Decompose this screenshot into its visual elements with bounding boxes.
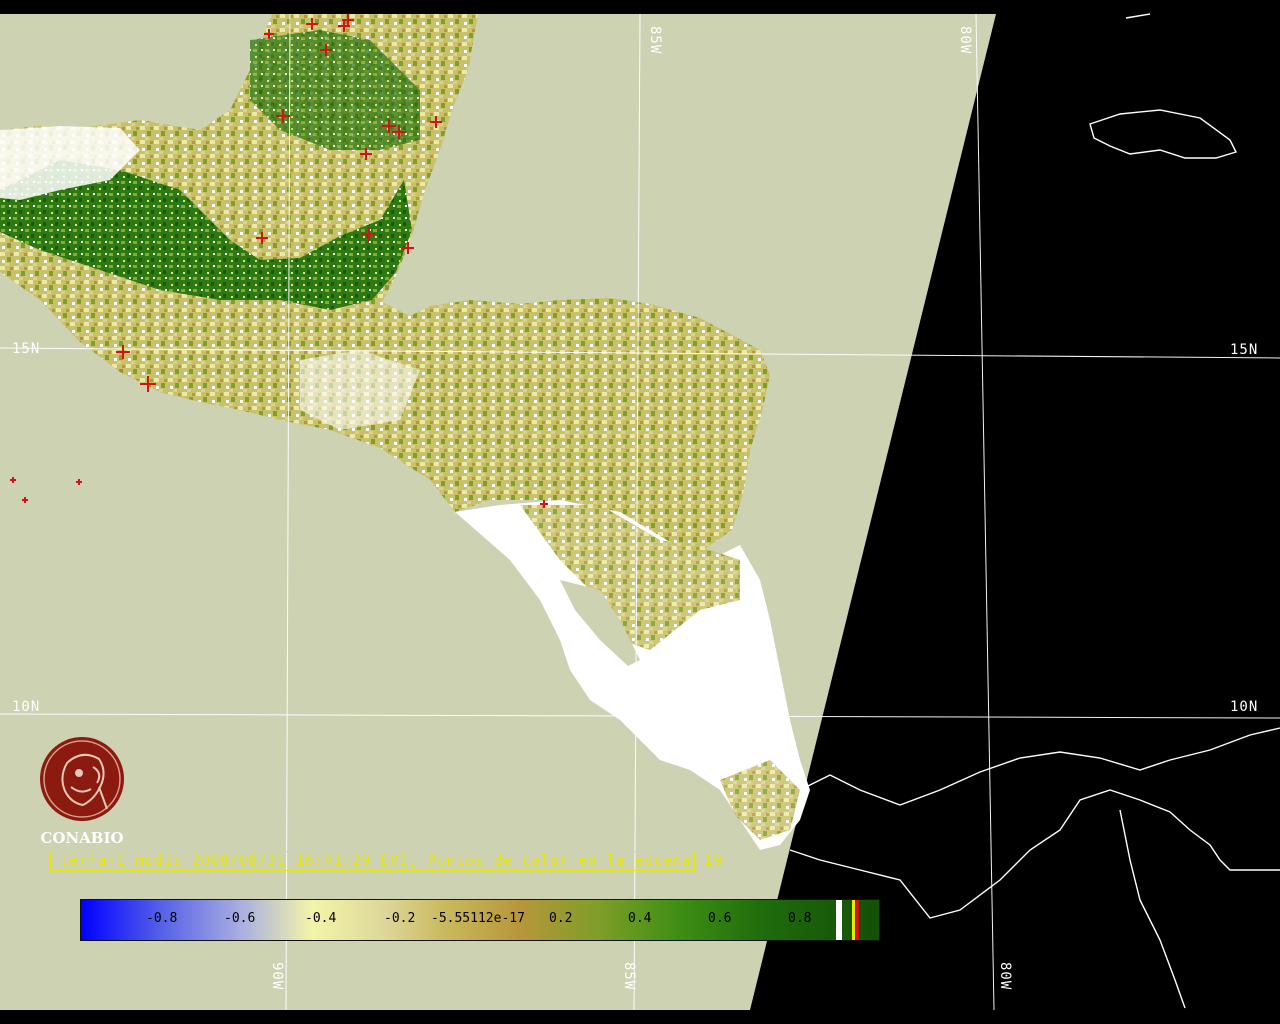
bottom-border (0, 1010, 1280, 1024)
lon-label-85w-bottom: 85W (621, 962, 637, 991)
lon-label-85w-top: 85W (647, 26, 663, 55)
colorbar-tick: -0.6 (224, 911, 256, 926)
colorbar-tick: 0.2 (549, 911, 573, 926)
colorbar-tick: 0.4 (628, 911, 652, 926)
top-border (0, 0, 1280, 14)
lat-label-15n-right: 15N (1230, 342, 1259, 358)
satellite-map-view: 15N 15N 10N 10N 85W 80W 90W 85W 80W CONA… (0, 0, 1280, 1024)
caption-text: terra-1 modis 2008/08/31 16:41:29 EVI, P… (60, 853, 692, 869)
lat-label-15n-left: 15N (12, 341, 41, 357)
colorbar-tick: -0.4 (305, 911, 337, 926)
conabio-logo: CONABIO (36, 737, 128, 847)
lon-label-80w-top: 80W (957, 26, 973, 55)
lat-label-10n-left: 10N (12, 699, 41, 715)
colorbar-tick: 0.6 (708, 911, 732, 926)
lat-label-10n-right: 10N (1230, 699, 1259, 715)
colorbar-tick: -0.2 (384, 911, 416, 926)
lon-label-80w-bottom: 80W (997, 962, 1013, 991)
colorbar-tick: -5.55112e-17 (431, 911, 525, 926)
conabio-macaw-seal-icon (40, 737, 124, 821)
lon-label-90w-bottom: 90W (269, 962, 285, 991)
colorbar-cloud-swatch (836, 900, 842, 940)
colorbar-hotspot-swatch (856, 900, 859, 940)
colorbar-tick: -0.8 (146, 911, 178, 926)
colorbar-tick: 0.8 (788, 911, 812, 926)
colorbar-yellow-swatch (852, 900, 855, 940)
hotspot-count: 19 (704, 853, 723, 869)
conabio-logo-text: CONABIO (40, 829, 124, 847)
